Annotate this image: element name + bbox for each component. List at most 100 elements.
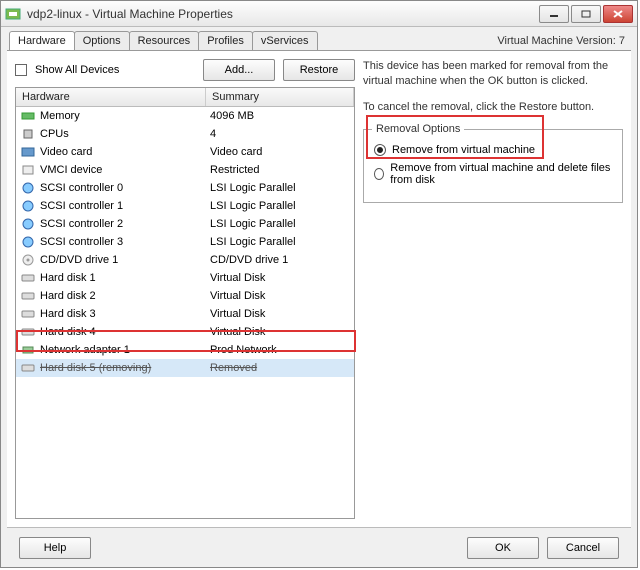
video-icon <box>20 145 36 159</box>
nic-icon <box>20 343 36 357</box>
titlebar[interactable]: vdp2-linux - Virtual Machine Properties <box>1 1 637 27</box>
hardware-list-header: Hardware Summary <box>16 88 354 107</box>
window-title: vdp2-linux - Virtual Machine Properties <box>27 7 539 21</box>
hardware-row[interactable]: Video cardVideo card <box>16 143 354 161</box>
memory-icon <box>20 109 36 123</box>
ok-button[interactable]: OK <box>467 537 539 559</box>
removal-options-legend: Removal Options <box>372 123 464 135</box>
hardware-name: SCSI controller 1 <box>40 200 210 212</box>
cdrom-icon <box>20 253 36 267</box>
bottom-bar: Help OK Cancel <box>7 527 631 567</box>
hardware-row[interactable]: Memory4096 MB <box>16 107 354 125</box>
vm-version-label: Virtual Machine Version: 7 <box>497 35 629 47</box>
removal-description-1: This device has been marked for removal … <box>363 59 623 90</box>
hardware-row[interactable]: Hard disk 5 (removing)Removed <box>16 359 354 377</box>
tab-profiles[interactable]: Profiles <box>198 31 253 50</box>
hardware-name: Hard disk 1 <box>40 272 210 284</box>
radio-icon <box>374 168 384 180</box>
hardware-row[interactable]: SCSI controller 2LSI Logic Parallel <box>16 215 354 233</box>
tabs: HardwareOptionsResourcesProfilesvService… <box>9 31 317 50</box>
hardware-name: SCSI controller 3 <box>40 236 210 248</box>
hardware-row[interactable]: Hard disk 4Virtual Disk <box>16 323 354 341</box>
hardware-summary: Restricted <box>210 164 350 176</box>
content-area: Show All Devices Add... Restore Hardware… <box>7 50 631 527</box>
cpu-icon <box>20 127 36 141</box>
hardware-summary: Video card <box>210 146 350 158</box>
close-button[interactable] <box>603 5 633 23</box>
add-button[interactable]: Add... <box>203 59 275 81</box>
column-summary[interactable]: Summary <box>206 88 354 106</box>
hardware-summary: LSI Logic Parallel <box>210 236 350 248</box>
devices-row: Show All Devices Add... Restore <box>15 59 355 81</box>
hardware-row[interactable]: SCSI controller 3LSI Logic Parallel <box>16 233 354 251</box>
tab-vservices[interactable]: vServices <box>252 31 318 50</box>
disk-icon <box>20 361 36 375</box>
hardware-name: SCSI controller 2 <box>40 218 210 230</box>
hardware-name: CD/DVD drive 1 <box>40 254 210 266</box>
hardware-summary: CD/DVD drive 1 <box>210 254 350 266</box>
tabs-row: HardwareOptionsResourcesProfilesvService… <box>1 27 637 50</box>
hardware-panel: Show All Devices Add... Restore Hardware… <box>15 59 355 519</box>
hardware-row[interactable]: CD/DVD drive 1CD/DVD drive 1 <box>16 251 354 269</box>
hardware-summary: LSI Logic Parallel <box>210 182 350 194</box>
app-icon <box>5 6 21 22</box>
minimize-button[interactable] <box>539 5 569 23</box>
removal-options-group: Removal Options Remove from virtual mach… <box>363 129 623 203</box>
hardware-row[interactable]: Hard disk 2Virtual Disk <box>16 287 354 305</box>
hardware-name: Hard disk 5 (removing) <box>40 362 210 374</box>
hardware-summary: 4 <box>210 128 350 140</box>
details-panel: This device has been marked for removal … <box>363 59 623 519</box>
column-hardware[interactable]: Hardware <box>16 88 206 106</box>
hardware-name: Memory <box>40 110 210 122</box>
hardware-summary: 4096 MB <box>210 110 350 122</box>
disk-icon <box>20 325 36 339</box>
hardware-row[interactable]: VMCI deviceRestricted <box>16 161 354 179</box>
hardware-summary: Virtual Disk <box>210 326 350 338</box>
hardware-row[interactable]: CPUs4 <box>16 125 354 143</box>
hardware-summary: Virtual Disk <box>210 272 350 284</box>
hardware-summary: LSI Logic Parallel <box>210 218 350 230</box>
scsi-icon <box>20 199 36 213</box>
tab-options[interactable]: Options <box>74 31 130 50</box>
radio-icon <box>374 144 386 156</box>
window-controls <box>539 5 633 23</box>
disk-icon <box>20 289 36 303</box>
disk-icon <box>20 271 36 285</box>
tab-resources[interactable]: Resources <box>129 31 200 50</box>
hardware-name: Network adapter 1 <box>40 344 210 356</box>
scsi-icon <box>20 235 36 249</box>
hardware-name: CPUs <box>40 128 210 140</box>
tab-hardware[interactable]: Hardware <box>9 31 75 50</box>
radio-label-1: Remove from virtual machine <box>392 144 535 156</box>
radio-remove-delete[interactable]: Remove from virtual machine and delete f… <box>374 162 612 186</box>
disk-icon <box>20 307 36 321</box>
cancel-button[interactable]: Cancel <box>547 537 619 559</box>
vmci-icon <box>20 163 36 177</box>
hardware-summary: LSI Logic Parallel <box>210 200 350 212</box>
hardware-summary: Virtual Disk <box>210 308 350 320</box>
hardware-row[interactable]: Hard disk 1Virtual Disk <box>16 269 354 287</box>
hardware-row[interactable]: Network adapter 1Prod Network <box>16 341 354 359</box>
hardware-row[interactable]: SCSI controller 1LSI Logic Parallel <box>16 197 354 215</box>
help-button[interactable]: Help <box>19 537 91 559</box>
hardware-name: VMCI device <box>40 164 210 176</box>
vm-properties-window: vdp2-linux - Virtual Machine Properties … <box>0 0 638 568</box>
hardware-summary: Virtual Disk <box>210 290 350 302</box>
scsi-icon <box>20 181 36 195</box>
hardware-summary: Prod Network <box>210 344 350 356</box>
removal-description-2: To cancel the removal, click the Restore… <box>363 100 623 115</box>
hardware-list-body[interactable]: Memory4096 MBCPUs4Video cardVideo cardVM… <box>16 107 354 518</box>
radio-remove-vm[interactable]: Remove from virtual machine <box>374 144 612 156</box>
hardware-name: SCSI controller 0 <box>40 182 210 194</box>
hardware-list: Hardware Summary Memory4096 MBCPUs4Video… <box>15 87 355 519</box>
hardware-name: Hard disk 2 <box>40 290 210 302</box>
scsi-icon <box>20 217 36 231</box>
hardware-row[interactable]: SCSI controller 0LSI Logic Parallel <box>16 179 354 197</box>
show-all-checkbox[interactable] <box>15 64 27 76</box>
restore-button[interactable]: Restore <box>283 59 355 81</box>
hardware-row[interactable]: Hard disk 3Virtual Disk <box>16 305 354 323</box>
maximize-button[interactable] <box>571 5 601 23</box>
hardware-name: Hard disk 3 <box>40 308 210 320</box>
hardware-name: Hard disk 4 <box>40 326 210 338</box>
hardware-summary: Removed <box>210 362 350 374</box>
